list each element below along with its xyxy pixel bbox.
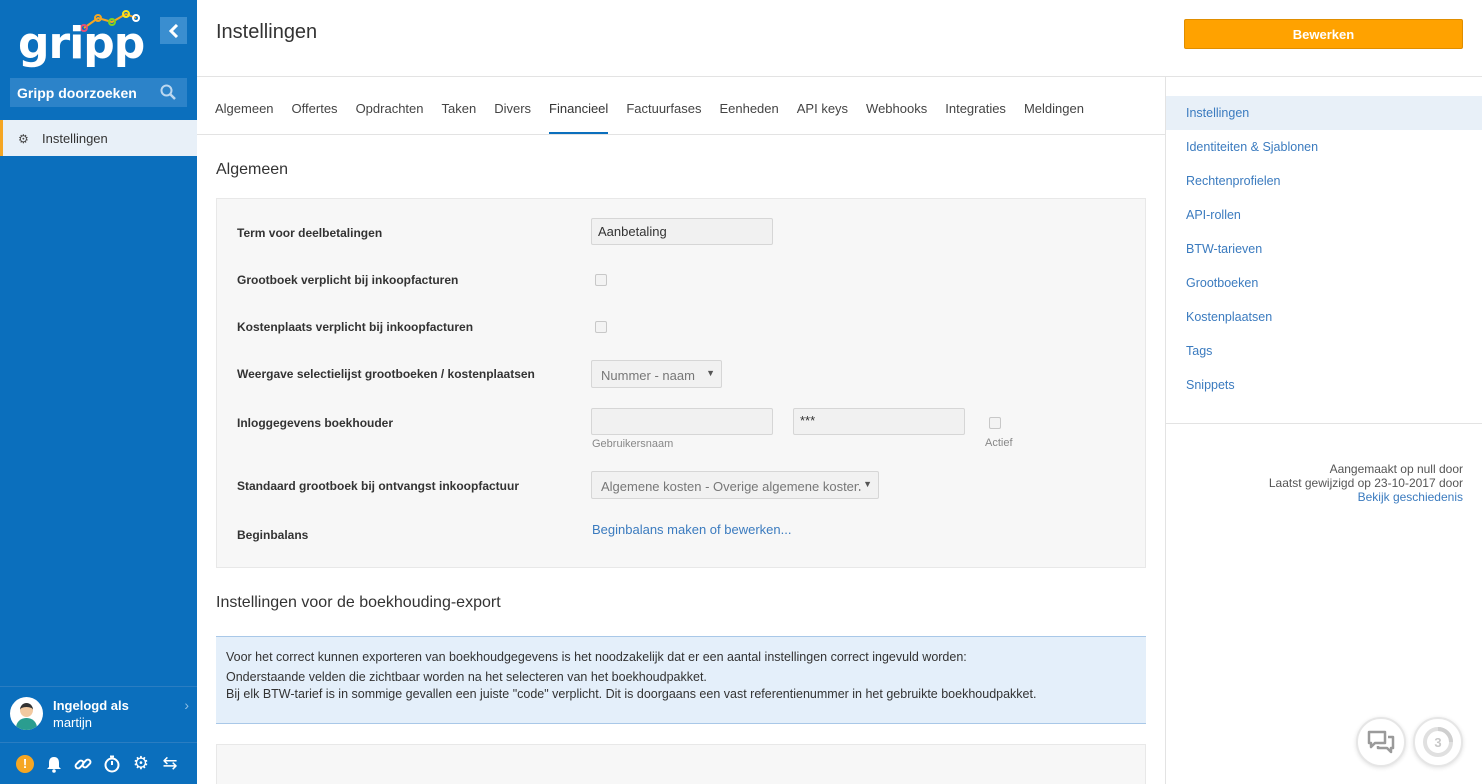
nav-item-grootboeken[interactable]: Grootboeken	[1166, 266, 1482, 300]
settings-tabs: Algemeen Offertes Opdrachten Taken Diver…	[197, 77, 1165, 135]
modified-text: Laatst gewijzigd op 23-10-2017 door	[1268, 476, 1463, 490]
bell-icon[interactable]	[44, 754, 64, 774]
weergave-select-value: Nummer - naam	[601, 368, 695, 383]
standaard-grootboek-select[interactable]: Algemene kosten - Overige algemene koste…	[591, 471, 879, 499]
timer-icon[interactable]	[102, 754, 122, 774]
label-weergave: Weergave selectielijst grootboeken / kos…	[237, 367, 535, 381]
chevron-right-icon: ›	[184, 697, 189, 713]
grootboek-verplicht-checkbox[interactable]	[595, 274, 607, 286]
beginbalans-link[interactable]: Beginbalans maken of bewerken...	[592, 522, 791, 537]
history-link[interactable]: Bekijk geschiedenis	[1269, 490, 1463, 504]
sidebar-toolbar: ! ⚙ ⇆	[0, 742, 197, 784]
standaard-grootboek-value: Algemene kosten - Overige algemene koste…	[601, 479, 862, 494]
gear-icon[interactable]: ⚙	[131, 753, 151, 774]
weergave-select[interactable]: Nummer - naam ▼	[591, 360, 722, 388]
username-hint: Gebruikersnaam	[592, 438, 674, 450]
onboarding-button[interactable]: 3	[1413, 717, 1463, 767]
sidebar-item-label: Instellingen	[42, 130, 108, 146]
tab-offertes[interactable]: Offertes	[292, 101, 338, 134]
settings-nav: Instellingen Identiteiten & Sjablonen Re…	[1166, 96, 1482, 402]
tab-webhooks[interactable]: Webhooks	[866, 101, 927, 134]
tab-factuurfases[interactable]: Factuurfases	[626, 101, 701, 134]
avatar	[10, 697, 43, 730]
tab-divers[interactable]: Divers	[494, 101, 531, 134]
onboarding-count: 3	[1434, 734, 1442, 750]
chevron-left-icon	[168, 23, 178, 38]
label-inlog: Inloggegevens boekhouder	[237, 416, 394, 430]
page-header: Instellingen Bewerken	[197, 0, 1482, 77]
record-meta: Aangemaakt op null door Laatst gewijzigd…	[1269, 462, 1463, 504]
nav-item-instellingen[interactable]: Instellingen	[1166, 96, 1482, 130]
tab-algemeen[interactable]: Algemeen	[215, 101, 274, 134]
divider	[1166, 423, 1482, 424]
alert-icon[interactable]: !	[15, 754, 35, 774]
tab-eenheden[interactable]: Eenheden	[719, 101, 778, 134]
page-title: Instellingen	[216, 21, 318, 43]
password-input[interactable]	[793, 408, 965, 435]
username-input[interactable]	[591, 408, 773, 435]
tab-taken[interactable]: Taken	[442, 101, 477, 134]
nav-item-api-rollen[interactable]: API-rollen	[1166, 198, 1482, 232]
link-icon[interactable]	[73, 754, 93, 774]
tab-meldingen[interactable]: Meldingen	[1024, 101, 1084, 134]
info-line-1: Voor het correct kunnen exporteren van b…	[226, 650, 967, 664]
tab-opdrachten[interactable]: Opdrachten	[356, 101, 424, 134]
label-term: Term voor deelbetalingen	[237, 226, 383, 240]
nav-item-tags[interactable]: Tags	[1166, 334, 1482, 368]
actief-hint: Actief	[985, 437, 1013, 449]
label-standaard-grootboek: Standaard grootboek bij ontvangst inkoop…	[237, 479, 520, 493]
info-box: Voor het correct kunnen exporteren van b…	[216, 636, 1146, 724]
label-beginbalans: Beginbalans	[237, 528, 309, 542]
sidebar: gripp ⚙ Instellingen Ingelogd als martij…	[0, 0, 197, 784]
created-text: Aangemaakt op null door	[1329, 462, 1463, 476]
nav-item-btw-tarieven[interactable]: BTW-tarieven	[1166, 232, 1482, 266]
section-title-export: Instellingen voor de boekhouding-export	[216, 594, 501, 611]
term-input[interactable]	[591, 218, 773, 245]
user-block[interactable]: Ingelogd als martijn ›	[0, 686, 197, 740]
tab-api-keys[interactable]: API keys	[797, 101, 848, 134]
swap-icon[interactable]: ⇆	[160, 753, 180, 774]
sidebar-search	[10, 78, 187, 107]
logo-text: gripp	[18, 18, 145, 69]
section-title-algemeen: Algemeen	[216, 161, 289, 178]
nav-item-identiteiten[interactable]: Identiteiten & Sjablonen	[1166, 130, 1482, 164]
nav-item-rechtenprofielen[interactable]: Rechtenprofielen	[1166, 164, 1482, 198]
label-grootboek-verplicht: Grootboek verplicht bij inkoopfacturen	[237, 273, 459, 287]
nav-item-kostenplaatsen[interactable]: Kostenplaatsen	[1166, 300, 1482, 334]
tab-integraties[interactable]: Integraties	[945, 101, 1006, 134]
gear-icon: ⚙	[18, 132, 29, 146]
label-kostenplaats-verplicht: Kostenplaats verplicht bij inkoopfacture…	[237, 320, 474, 334]
kostenplaats-verplicht-checkbox[interactable]	[595, 321, 607, 333]
caret-down-icon: ▼	[706, 368, 715, 378]
search-icon[interactable]	[160, 84, 176, 100]
right-pane: Instellingen Identiteiten & Sjablonen Re…	[1165, 77, 1482, 784]
info-line-3: Bij elk BTW-tarief is in sommige gevalle…	[226, 687, 1037, 701]
chat-icon	[1367, 730, 1395, 754]
collapse-sidebar-button[interactable]	[160, 17, 187, 44]
sidebar-item-instellingen[interactable]: ⚙ Instellingen	[0, 120, 197, 156]
user-info: Ingelogd als martijn	[53, 697, 129, 731]
gripp-logo[interactable]: gripp	[18, 10, 145, 72]
export-form-panel	[216, 744, 1146, 784]
chat-button[interactable]	[1356, 717, 1406, 767]
edit-button[interactable]: Bewerken	[1184, 19, 1463, 49]
caret-down-icon: ▼	[859, 479, 872, 489]
tab-financieel[interactable]: Financieel	[549, 101, 609, 134]
form-panel-algemeen: Term voor deelbetalingen Grootboek verpl…	[216, 198, 1146, 568]
logged-in-label: Ingelogd als	[53, 697, 129, 713]
search-input[interactable]	[17, 84, 157, 101]
actief-checkbox[interactable]	[989, 417, 1001, 429]
info-line-2: Onderstaande velden die zichtbaar worden…	[226, 670, 707, 684]
username: martijn	[53, 714, 93, 730]
nav-item-snippets[interactable]: Snippets	[1166, 368, 1482, 402]
